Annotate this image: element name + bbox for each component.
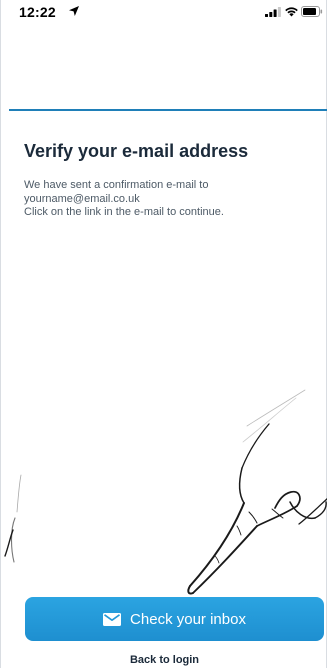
check-inbox-label: Check your inbox <box>130 610 246 628</box>
status-bar: 12:22 <box>1 0 327 22</box>
message-line: We have sent a confirmation e-mail to <box>24 179 209 191</box>
page-title: Verify your e-mail address <box>24 141 249 161</box>
app-screen: 12:22 Verify your e-mail address We have… <box>0 0 327 668</box>
email-address: yourname@email.co.uk <box>24 192 140 205</box>
battery-icon <box>301 6 323 17</box>
header-divider <box>9 109 327 111</box>
status-time: 12:22 <box>19 4 56 20</box>
mail-icon <box>103 612 122 626</box>
check-inbox-button[interactable]: Check your inbox <box>25 597 324 641</box>
hand-pointing-illustration <box>4 389 327 595</box>
confirmation-message: We have sent a confirmation e-mail to yo… <box>24 179 314 220</box>
message-line: Click on the link in the e-mail to conti… <box>24 206 224 218</box>
location-arrow-icon <box>69 6 79 16</box>
back-to-login-link[interactable]: Back to login <box>1 654 327 666</box>
signal-icon <box>265 7 281 17</box>
wifi-icon <box>285 7 298 17</box>
